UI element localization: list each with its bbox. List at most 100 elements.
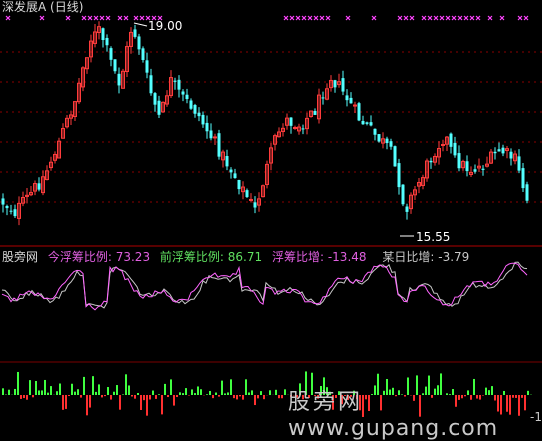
candle-body	[390, 141, 393, 147]
histogram-bar	[26, 395, 28, 400]
histogram-bar	[239, 395, 241, 396]
histogram-bar	[221, 381, 223, 395]
histogram-bar	[125, 374, 127, 395]
legend-float-increase: 浮筹比增: -13.48	[272, 250, 367, 264]
histogram-bar	[101, 395, 103, 397]
histogram-bar	[173, 395, 175, 406]
candle-body	[150, 75, 153, 93]
chart-header: 深发展A (日线)	[2, 0, 83, 14]
candle-body	[322, 97, 325, 98]
histogram-bar	[59, 384, 61, 395]
histogram-bar	[278, 395, 280, 398]
histogram-bar	[47, 393, 49, 395]
histogram-bar	[146, 395, 148, 416]
candle-body	[474, 169, 477, 171]
histogram-bar	[248, 392, 250, 395]
candle-body	[350, 98, 353, 103]
candle-body	[250, 199, 253, 200]
low-price-value: 15.55	[416, 230, 450, 244]
histogram-bar	[257, 395, 259, 398]
candle-body	[142, 48, 145, 60]
histogram-bar	[17, 372, 19, 395]
candle-body	[202, 115, 205, 124]
candle-body	[374, 129, 377, 135]
histogram-bar	[41, 390, 43, 395]
candle-body	[118, 74, 121, 86]
histogram-bar	[128, 385, 130, 395]
histogram-bar	[152, 391, 154, 395]
histogram-bar	[176, 395, 178, 397]
period-label: (日线)	[50, 0, 83, 14]
histogram-bar	[65, 395, 67, 409]
histogram-bar	[284, 389, 286, 395]
histogram-bar	[260, 391, 262, 395]
legend-prev-float: 前浮筹比例: 86.71	[160, 250, 262, 264]
candle-body	[466, 161, 469, 171]
candle-body	[370, 122, 373, 125]
histogram-bar	[107, 387, 109, 395]
histogram-bar	[95, 392, 97, 395]
candle-body	[210, 130, 213, 138]
candle-body	[234, 173, 237, 178]
indicator-site-label: 股旁网	[2, 250, 38, 264]
candle-body	[178, 80, 181, 90]
histogram-bar	[182, 393, 184, 395]
candle-body	[2, 198, 5, 204]
histogram-bar	[206, 394, 208, 395]
candle-body	[206, 123, 209, 131]
histogram-bar	[77, 389, 79, 395]
histogram-bar	[137, 393, 139, 395]
candle-body	[102, 28, 105, 40]
histogram-bar	[269, 390, 271, 395]
histogram-bar	[14, 389, 16, 395]
histogram-bar	[197, 386, 199, 395]
candle-body	[226, 156, 229, 166]
candle-body	[158, 101, 161, 115]
histogram-bar	[170, 379, 172, 395]
stock-title: 深发展A	[2, 0, 46, 14]
histogram-bar	[140, 395, 142, 410]
histogram-bar	[104, 395, 106, 396]
legend-float-increase-value: -13.48	[328, 250, 367, 264]
candle-body	[146, 60, 149, 72]
candle-body	[290, 118, 293, 126]
histogram-bar	[38, 390, 40, 395]
histogram-bar	[158, 394, 160, 395]
legend-today-float-value: 73.23	[116, 250, 150, 264]
legend-today-float-name: 今浮筹比例:	[48, 250, 112, 264]
candle-body	[378, 134, 381, 141]
histogram-bar	[131, 395, 133, 396]
stock-chart[interactable]	[0, 0, 542, 425]
candle-body	[450, 134, 453, 147]
candle-body	[186, 95, 189, 99]
candle-body	[254, 202, 257, 207]
candle-body	[346, 95, 349, 100]
histogram-bar	[62, 395, 64, 410]
candle-body	[302, 128, 305, 129]
histogram-bar	[155, 395, 157, 399]
candle-body	[190, 100, 193, 108]
histogram-bar	[191, 389, 193, 395]
histogram-bar	[35, 381, 37, 395]
histogram-bar	[134, 395, 136, 399]
candle-body	[510, 152, 513, 159]
indicator-line-today	[2, 263, 527, 310]
candle-body	[314, 111, 317, 115]
legend-prev-float-value: 86.71	[228, 250, 262, 264]
candle-body	[342, 78, 345, 91]
histogram-bar	[50, 386, 52, 395]
indicator-legend: 股旁网 今浮筹比例: 73.23 前浮筹比例: 86.71 浮筹比增: -13.…	[2, 250, 475, 264]
histogram-bar	[215, 393, 217, 395]
histogram-bar	[113, 392, 115, 395]
histogram-bar	[83, 377, 85, 395]
histogram-bar	[275, 390, 277, 395]
candle-body	[398, 163, 401, 187]
candle-body	[458, 153, 461, 168]
watermark-url: www.gupang.com	[288, 416, 498, 441]
candle-body	[230, 170, 233, 173]
candle-body	[430, 161, 433, 162]
candle-body	[406, 207, 409, 212]
candle-body	[198, 113, 201, 116]
histogram-bar	[218, 395, 220, 397]
histogram-bar	[92, 376, 94, 395]
